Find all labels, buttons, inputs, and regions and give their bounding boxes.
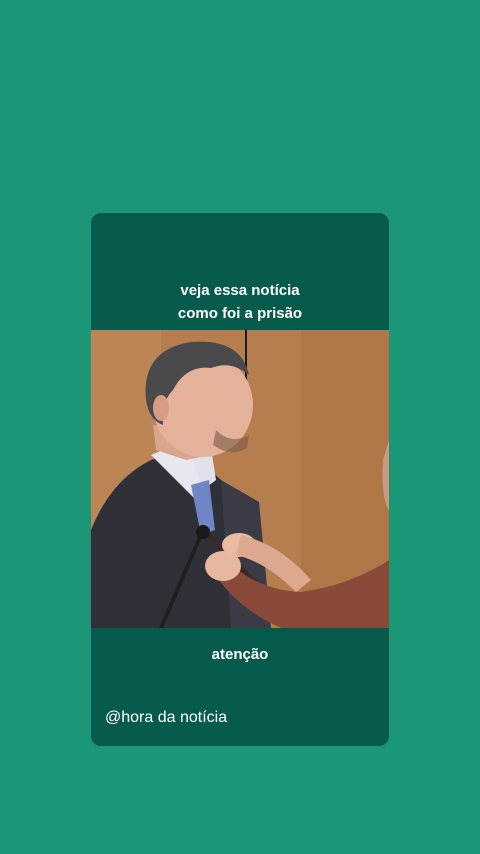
story-card: veja essa notícia como foi a prisão aten… [91, 213, 389, 746]
news-photo[interactable] [91, 330, 389, 628]
caption-text: atenção [211, 646, 269, 663]
headline-line-1: veja essa notícia [180, 282, 300, 299]
headline-text: veja essa notícia como foi a prisão [91, 279, 389, 325]
headline-line-2: como foi a prisão [177, 305, 303, 322]
news-photo-illustration [91, 330, 389, 628]
account-handle[interactable]: @hora da notícia [105, 709, 227, 727]
